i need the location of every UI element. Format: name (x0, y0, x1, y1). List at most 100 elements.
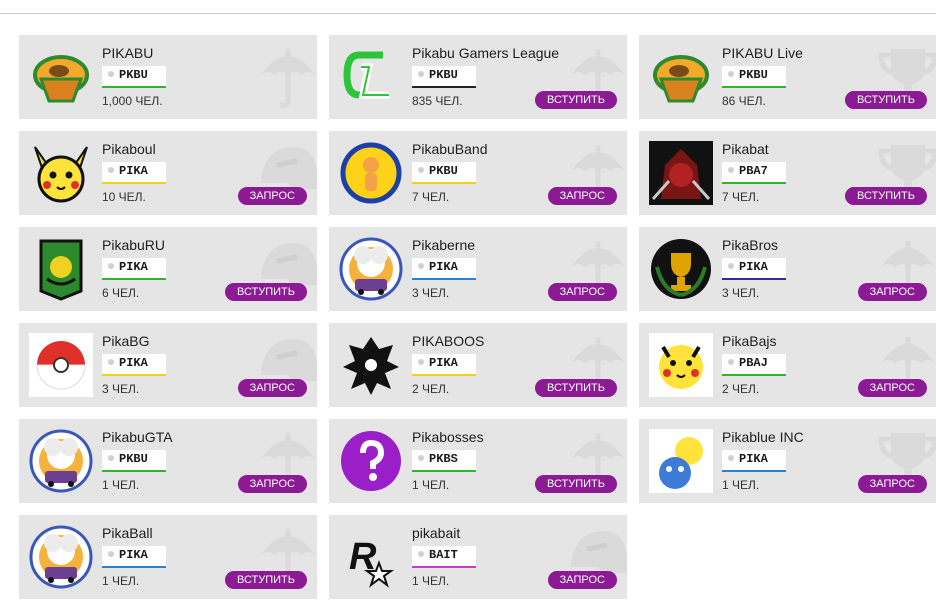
group-tag: PBA7 (722, 162, 786, 184)
pikachu-logo[interactable] (649, 333, 713, 397)
rockstar-logo[interactable]: R (339, 525, 403, 589)
group-tag: PKBS (412, 450, 476, 472)
join-button[interactable]: ВСТУПИТЬ (224, 283, 307, 301)
group-name[interactable]: PIKABOOS (412, 333, 484, 349)
group-card[interactable]: Pikabosses PKBS 1 ЧЕЛ. ВСТУПИТЬ (329, 419, 627, 503)
group-tag: PIKA (412, 354, 476, 376)
explosion-car-logo[interactable] (339, 237, 403, 301)
group-name[interactable]: Pikabu Gamers League (412, 45, 559, 61)
group-name[interactable]: PikabuRU (102, 237, 165, 253)
group-name[interactable]: Pikabat (722, 141, 769, 157)
group-card[interactable]: PikaBros PIKA 3 ЧЕЛ. ЗАПРОС (639, 227, 936, 311)
member-count: 835 ЧЕЛ. (412, 94, 463, 108)
tag-text: PBA7 (739, 164, 768, 178)
group-name[interactable]: Pikaberne (412, 237, 475, 253)
group-card[interactable]: Pikaberne PIKA 3 ЧЕЛ. ЗАПРОС (329, 227, 627, 311)
tag-underline (412, 182, 476, 184)
request-button[interactable]: ЗАПРОС (857, 283, 927, 301)
join-button[interactable]: ВСТУПИТЬ (844, 91, 927, 109)
tag-text: PKBS (429, 452, 458, 466)
request-button[interactable]: ЗАПРОС (237, 187, 307, 205)
member-count: 3 ЧЕЛ. (412, 286, 450, 300)
join-button[interactable]: ВСТУПИТЬ (534, 475, 617, 493)
group-card[interactable]: Pikablue INC PIKA 1 ЧЕЛ. ЗАПРОС (639, 419, 936, 503)
group-name[interactable]: PikaBros (722, 237, 778, 253)
group-card[interactable]: Pikabat PBA7 7 ЧЕЛ. ВСТУПИТЬ (639, 131, 936, 215)
explosion-car-logo[interactable] (29, 429, 93, 493)
pikachu-face-logo[interactable] (29, 141, 93, 205)
group-card[interactable]: PIKABOOS PIKA 2 ЧЕЛ. ВСТУПИТЬ (329, 323, 627, 407)
group-name[interactable]: PikabuBand (412, 141, 488, 157)
tag-text: PIKA (119, 548, 148, 562)
group-tag: PKBU (722, 66, 786, 88)
cupcake-logo[interactable] (649, 45, 713, 109)
group-name[interactable]: PIKABU (102, 45, 153, 61)
group-name[interactable]: Pikaboul (102, 141, 156, 157)
explosion-car-logo[interactable] (29, 525, 93, 589)
tag-dot-icon (728, 455, 734, 461)
group-name[interactable]: PikaBG (102, 333, 149, 349)
request-button[interactable]: ЗАПРОС (237, 475, 307, 493)
member-count: 1 ЧЕЛ. (102, 574, 140, 588)
group-card[interactable]: PIKABU Live PKBU 86 ЧЕЛ. ВСТУПИТЬ (639, 35, 936, 119)
tag-dot-icon (418, 263, 424, 269)
group-tag: PKBU (412, 66, 476, 88)
group-name[interactable]: PikaBall (102, 525, 153, 541)
tag-dot-icon (418, 359, 424, 365)
group-name[interactable]: pikabait (412, 525, 460, 541)
join-button[interactable]: ВСТУПИТЬ (534, 379, 617, 397)
group-name[interactable]: Pikablue INC (722, 429, 804, 445)
tag-dot-icon (728, 359, 734, 365)
group-tag: PKBU (412, 162, 476, 184)
gl-logo[interactable] (339, 45, 403, 109)
request-button[interactable]: ЗАПРОС (547, 283, 617, 301)
group-card[interactable]: PikaBall PIKA 1 ЧЕЛ. ВСТУПИТЬ (19, 515, 317, 599)
shield-logo[interactable] (29, 237, 93, 301)
tag-underline (412, 470, 476, 472)
request-button[interactable]: ЗАПРОС (547, 187, 617, 205)
pikablue-logo[interactable] (649, 429, 713, 493)
group-card[interactable]: Pikabu Gamers League PKBU 835 ЧЕЛ. ВСТУПИТЬ (329, 35, 627, 119)
question-logo[interactable] (339, 429, 403, 493)
member-count: 6 ЧЕЛ. (102, 286, 140, 300)
tag-underline (102, 278, 166, 280)
join-button[interactable]: ВСТУПИТЬ (224, 571, 307, 589)
member-count: 1,000 ЧЕЛ. (102, 94, 163, 108)
request-button[interactable]: ЗАПРОС (857, 379, 927, 397)
group-card[interactable]: PikabuBand PKBU 7 ЧЕЛ. ЗАПРОС (329, 131, 627, 215)
group-card[interactable]: PikabuRU PIKA 6 ЧЕЛ. ВСТУПИТЬ (19, 227, 317, 311)
pokeball-logo[interactable] (29, 333, 93, 397)
request-button[interactable]: ЗАПРОС (547, 571, 617, 589)
group-name[interactable]: Pikabosses (412, 429, 484, 445)
join-button[interactable]: ВСТУПИТЬ (534, 91, 617, 109)
tag-text: PIKA (429, 260, 458, 274)
tag-dot-icon (728, 167, 734, 173)
tag-dot-icon (418, 71, 424, 77)
cupcake-logo[interactable] (29, 45, 93, 109)
group-name[interactable]: PIKABU Live (722, 45, 803, 61)
band-logo[interactable] (339, 141, 403, 205)
group-tag: PBAJ (722, 354, 786, 376)
warrior-logo[interactable] (649, 141, 713, 205)
member-count: 3 ЧЕЛ. (722, 286, 760, 300)
group-card[interactable]: PikabuGTA PKBU 1 ЧЕЛ. ЗАПРОС (19, 419, 317, 503)
member-count: 10 ЧЕЛ. (102, 190, 146, 204)
group-card[interactable]: PikaBG PIKA 3 ЧЕЛ. ЗАПРОС (19, 323, 317, 407)
group-card[interactable]: PikaBajs PBAJ 2 ЧЕЛ. ЗАПРОС (639, 323, 936, 407)
tag-underline (722, 374, 786, 376)
request-button[interactable]: ЗАПРОС (237, 379, 307, 397)
group-card[interactable]: PIKABU PKBU 1,000 ЧЕЛ. (19, 35, 317, 119)
trophy-logo[interactable] (649, 237, 713, 301)
group-card[interactable]: Pikaboul PIKA 10 ЧЕЛ. ЗАПРОС (19, 131, 317, 215)
join-button[interactable]: ВСТУПИТЬ (844, 187, 927, 205)
member-count: 1 ЧЕЛ. (722, 478, 760, 492)
tag-underline (412, 278, 476, 280)
request-button[interactable]: ЗАПРОС (857, 475, 927, 493)
tag-text: PKBU (739, 68, 768, 82)
ornament-logo[interactable] (339, 333, 403, 397)
group-name[interactable]: PikaBajs (722, 333, 776, 349)
group-name[interactable]: PikabuGTA (102, 429, 173, 445)
tag-underline (102, 470, 166, 472)
group-card[interactable]: Rpikabait BAIT 1 ЧЕЛ. ЗАПРОС (329, 515, 627, 599)
member-count: 1 ЧЕЛ. (412, 478, 450, 492)
